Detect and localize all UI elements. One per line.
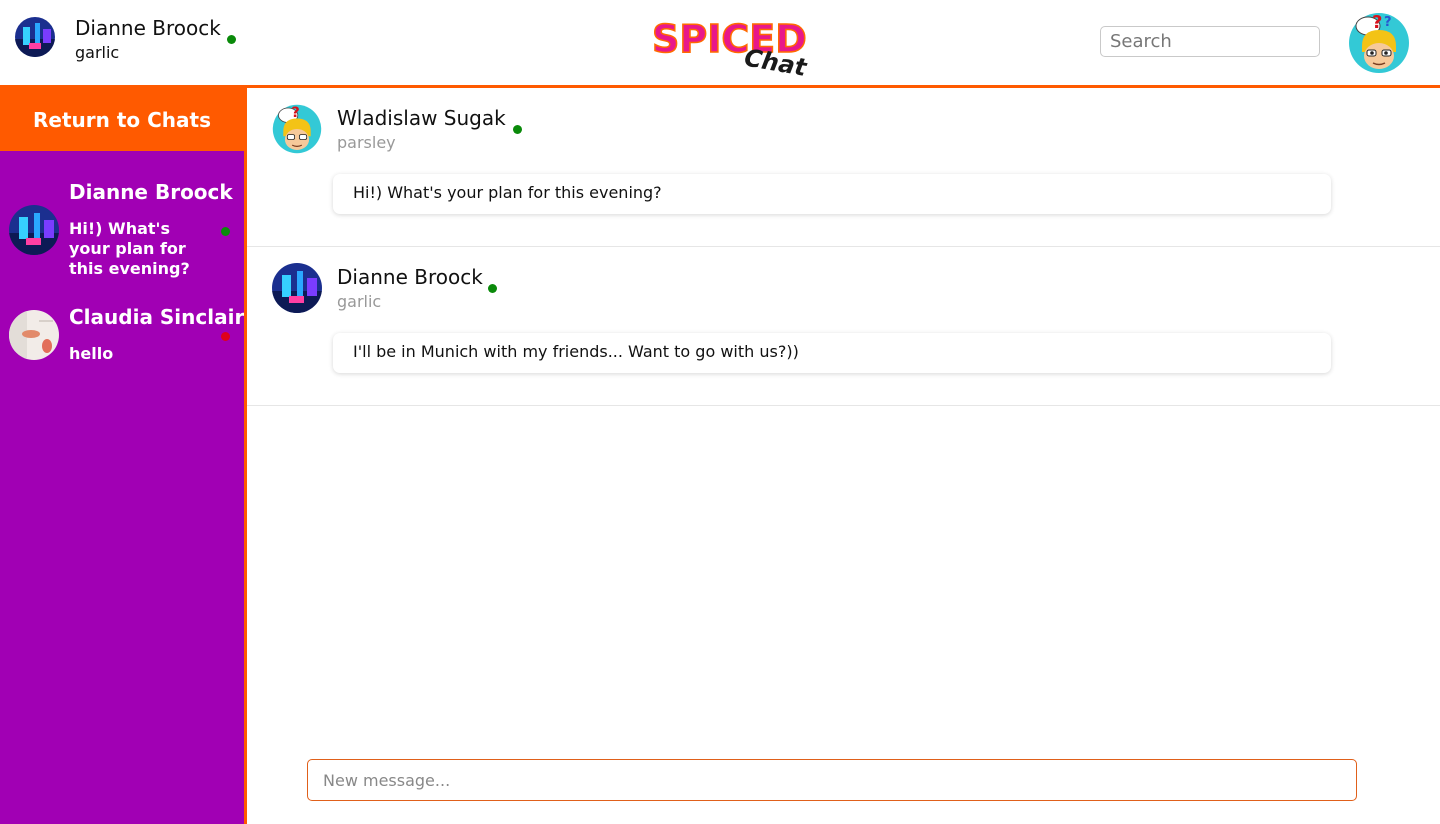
chats-sidebar: Return to Chats Dianne Broock Hi!) What'… <box>0 88 244 824</box>
sender-avatar[interactable]: ? <box>272 104 322 154</box>
current-user-avatar[interactable] <box>15 17 55 57</box>
chat-name: Claudia Sinclair <box>69 305 245 329</box>
top-header: Dianne Broock garlic SPICED Chat ? ? <box>0 0 1440 88</box>
svg-text:?: ? <box>1372 12 1382 33</box>
message-item: Dianne Broock garlic I'll be in Munich w… <box>247 247 1440 406</box>
offline-indicator <box>221 332 230 341</box>
message-bubble: I'll be in Munich with my friends... Wan… <box>333 333 1331 373</box>
conversation-panel: ? Wladislaw Sugak parsley Hi!) What's yo… <box>247 88 1440 824</box>
online-indicator <box>488 284 497 293</box>
chat-avatar <box>9 205 59 255</box>
sidebar-chat-claudia-sinclair[interactable]: Claudia Sinclair hello <box>0 300 244 370</box>
sender-name: Dianne Broock <box>337 265 483 289</box>
spiced-chat-logo[interactable]: SPICED Chat <box>650 12 810 82</box>
current-user-name: Dianne Broock <box>75 16 221 40</box>
svg-text:?: ? <box>1384 15 1392 30</box>
message-item: ? Wladislaw Sugak parsley Hi!) What's yo… <box>247 88 1440 247</box>
chat-name: Dianne Broock <box>69 180 233 204</box>
sender-status: parsley <box>337 133 396 152</box>
current-user-status: garlic <box>75 43 120 62</box>
online-indicator <box>221 227 230 236</box>
online-indicator <box>513 125 522 134</box>
return-to-chats-button[interactable]: Return to Chats <box>0 88 244 151</box>
chat-last-message: hello <box>69 344 114 363</box>
svg-text:?: ? <box>291 105 299 121</box>
search-input[interactable] <box>1100 26 1320 57</box>
sender-status: garlic <box>337 292 382 311</box>
online-indicator <box>227 35 236 44</box>
sender-name: Wladislaw Sugak <box>337 106 506 130</box>
chat-last-message: Hi!) What's your plan for this evening? <box>69 219 190 278</box>
sidebar-chat-dianne-broock[interactable]: Dianne Broock Hi!) What's your plan for … <box>0 168 244 288</box>
chat-avatar <box>9 310 59 360</box>
sender-avatar[interactable] <box>272 263 322 313</box>
profile-avatar[interactable]: ? ? <box>1348 12 1410 74</box>
message-bubble: Hi!) What's your plan for this evening? <box>333 174 1331 214</box>
new-message-input[interactable] <box>307 759 1357 801</box>
